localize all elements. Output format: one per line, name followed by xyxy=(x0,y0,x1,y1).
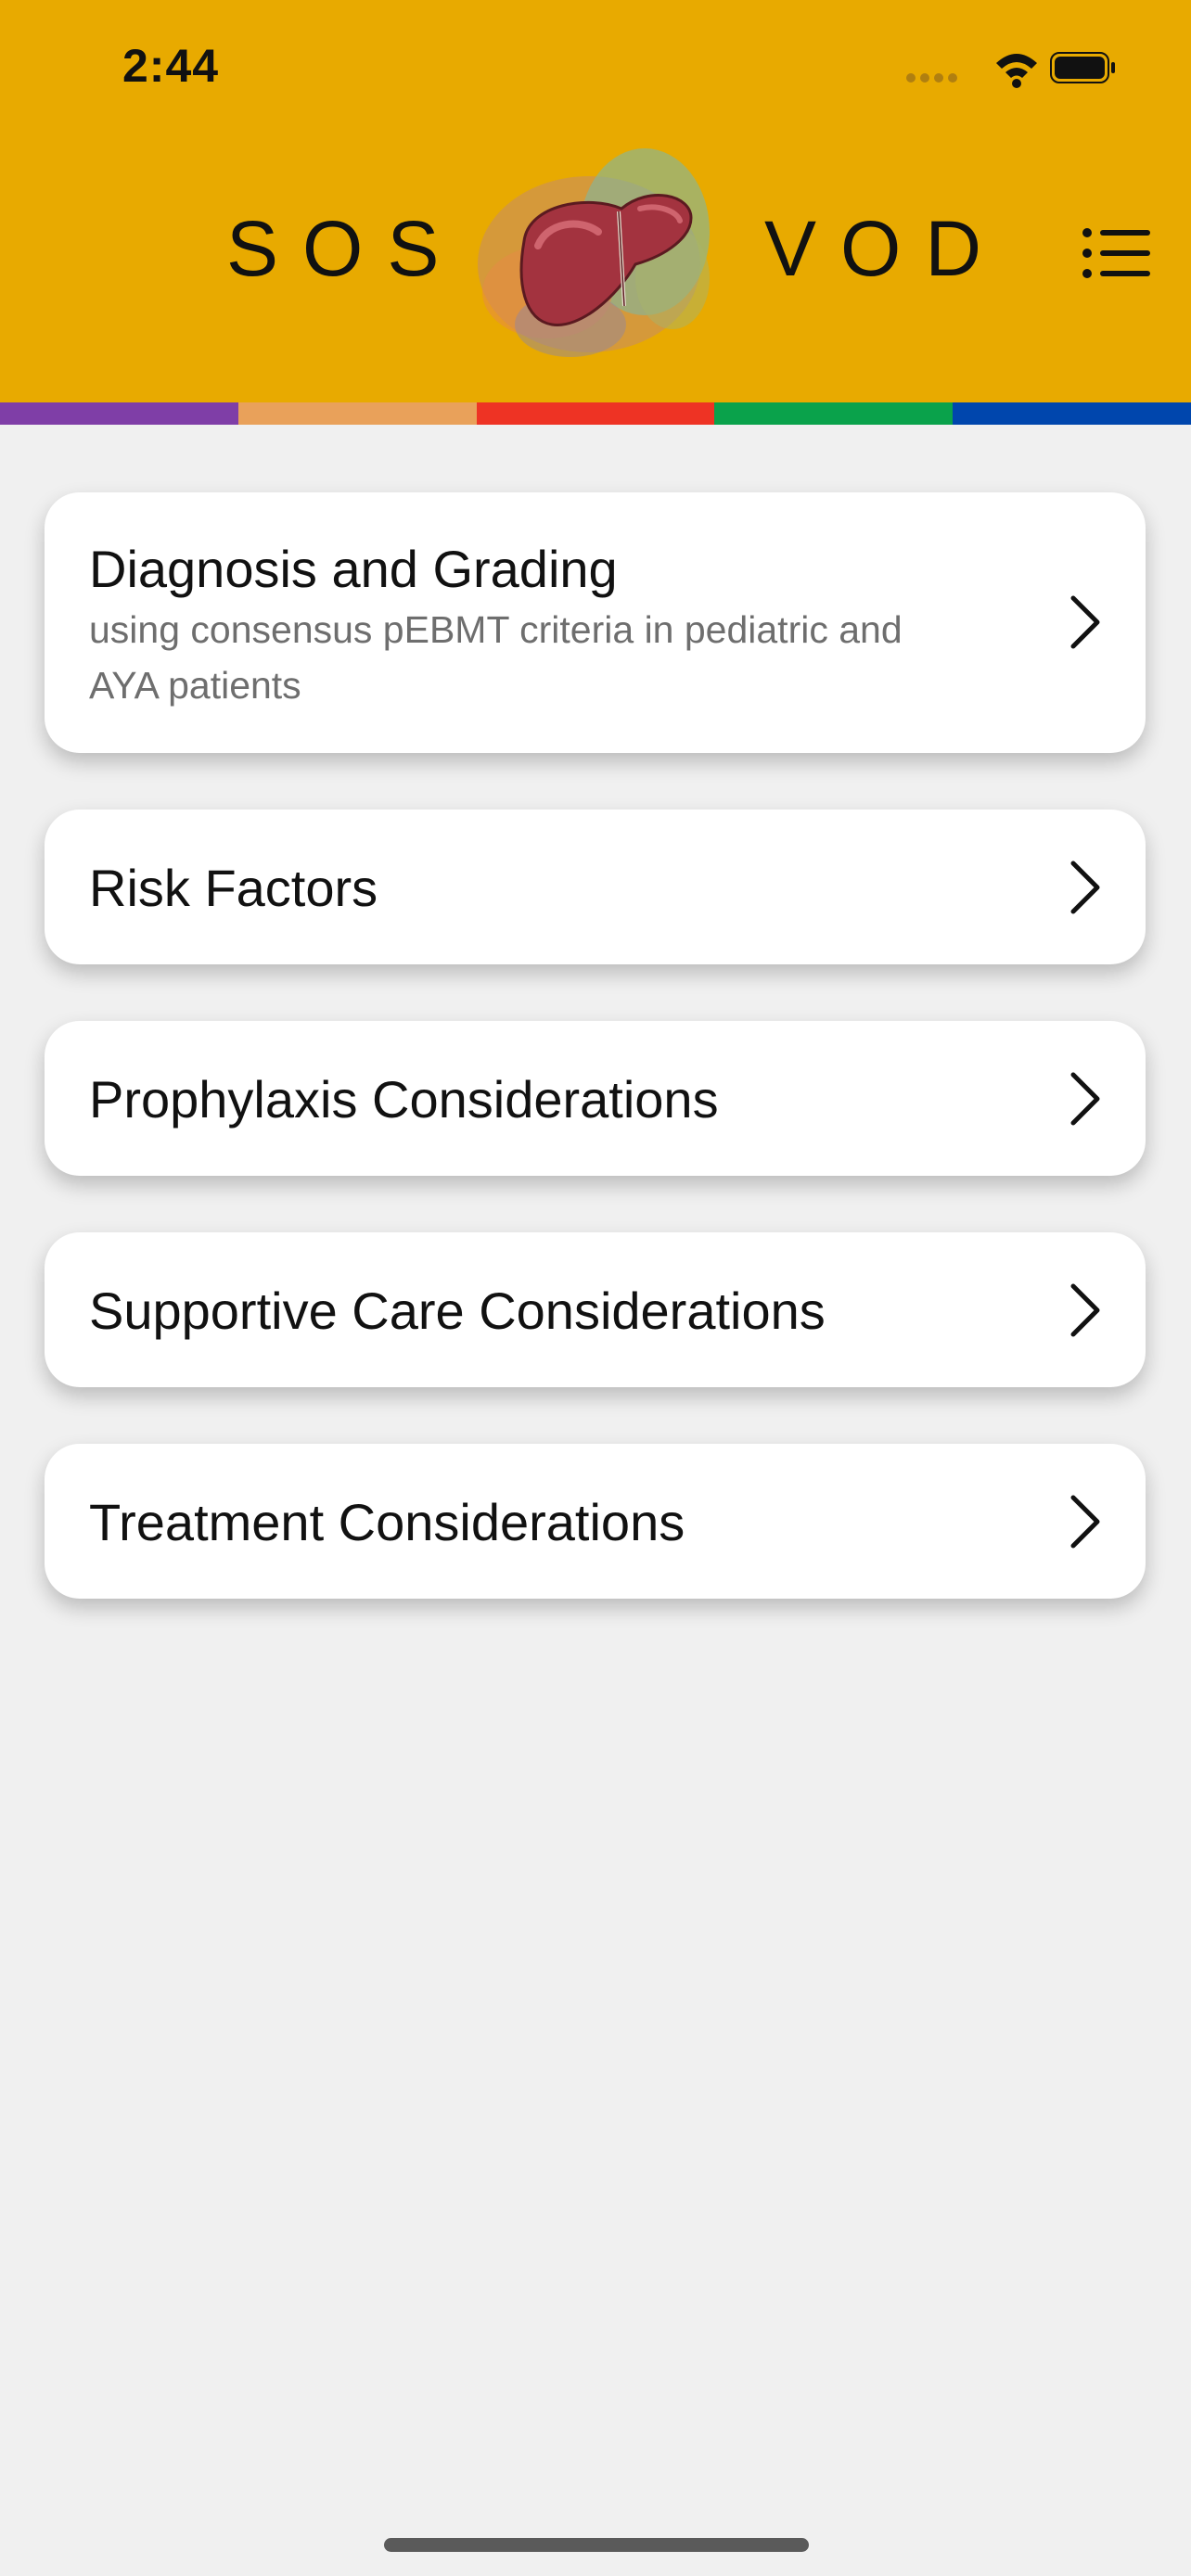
menu-item-supportive-care-considerations[interactable]: Supportive Care Considerations xyxy=(45,1232,1146,1387)
menu-item-title: Supportive Care Considerations xyxy=(89,1282,826,1340)
home-indicator[interactable] xyxy=(384,2538,809,2552)
color-stripe-red xyxy=(476,402,715,425)
menu-item-title: Risk Factors xyxy=(89,859,378,917)
menu-item-title: Prophylaxis Considerations xyxy=(89,1070,719,1129)
brand-right-text: VOD xyxy=(764,205,1006,292)
app-header: 2:44 SOS VOD xyxy=(0,0,1191,402)
menu-item-title: Diagnosis and Grading xyxy=(89,540,618,598)
menu-item-prophylaxis-considerations[interactable]: Prophylaxis Considerations xyxy=(45,1021,1146,1176)
list-menu-icon[interactable] xyxy=(1080,221,1154,286)
color-stripe xyxy=(0,402,1191,425)
menu-item-treatment-considerations[interactable]: Treatment Considerations xyxy=(45,1444,1146,1599)
brand-left-text: SOS xyxy=(226,205,464,292)
liver-logo-icon xyxy=(478,148,710,357)
chevron-right-icon xyxy=(1070,1495,1100,1549)
signal-dots-icon xyxy=(906,73,957,83)
battery-icon xyxy=(1050,52,1115,83)
color-stripe-green xyxy=(714,402,954,425)
chevron-right-icon xyxy=(1070,861,1100,914)
menu-item-risk-factors[interactable]: Risk Factors xyxy=(45,810,1146,964)
menu-item-diagnosis-and-grading[interactable]: Diagnosis and Grading using consensus pE… xyxy=(45,492,1146,753)
chevron-right-icon xyxy=(1070,595,1100,649)
chevron-right-icon xyxy=(1070,1283,1100,1337)
menu-item-title: Treatment Considerations xyxy=(89,1493,685,1551)
status-time: 2:44 xyxy=(122,40,220,92)
wifi-icon xyxy=(996,54,1037,88)
chevron-right-icon xyxy=(1070,1072,1100,1126)
color-stripe-orange xyxy=(237,402,477,425)
color-stripe-blue xyxy=(953,402,1191,425)
menu-item-subtitle: using consensus pEBMT criteria in pediat… xyxy=(89,608,903,707)
color-stripe-purple xyxy=(0,402,238,425)
status-icons xyxy=(906,52,1115,88)
